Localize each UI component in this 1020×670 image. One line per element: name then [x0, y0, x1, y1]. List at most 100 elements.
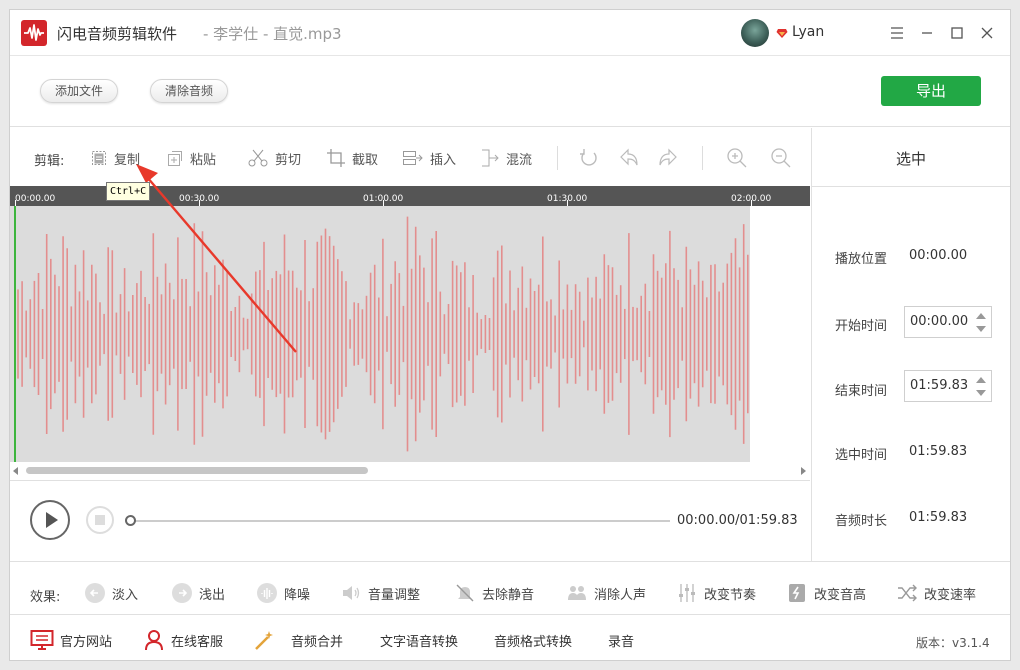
selected-time-value: 01:59.83 [909, 444, 968, 459]
user-name[interactable]: Lyan [792, 24, 824, 40]
add-file-button[interactable]: 添加文件 [40, 79, 119, 103]
close-icon[interactable] [976, 22, 998, 44]
fade-in-icon [85, 583, 105, 603]
cut-button[interactable]: 剪切 [247, 147, 301, 169]
end-time-label: 结束时间 [835, 384, 888, 399]
tempo-label: 改变节奏 [704, 587, 757, 603]
reset-icon[interactable] [578, 147, 600, 169]
tts-label: 文字语音转换 [380, 634, 459, 650]
fade-out-icon [172, 583, 192, 603]
stop-button[interactable] [86, 506, 114, 534]
footer-bar: 官方网站 在线客服 音频合并 文字语音转换 音频格式转换 录音 版本：v3.1.… [10, 614, 1010, 661]
horizontal-scrollbar[interactable] [10, 462, 810, 481]
app-window: 闪电音频剪辑软件 - 李学仕 - 直觉.mp3 Lyan 添加文件 清除音频 导… [9, 9, 1011, 661]
website-label: 官方网站 [60, 634, 113, 650]
duration-label: 音频时长 [835, 514, 888, 529]
progress-knob[interactable] [125, 515, 136, 526]
player-bar: 00:00.00/01:59.83 [10, 482, 810, 560]
remove-silence-button[interactable]: 去除静音 [454, 581, 534, 605]
support-link[interactable]: 在线客服 [143, 628, 223, 652]
scroll-left-icon[interactable] [13, 467, 19, 475]
cut-label: 剪切 [275, 152, 302, 168]
top-toolbar: 添加文件 清除音频 导出 [10, 57, 1010, 127]
copy-label: 复制 [114, 152, 141, 168]
record-link[interactable]: 录音 [608, 628, 634, 652]
scissors-icon [248, 149, 268, 167]
mix-button[interactable]: 混流 [480, 147, 532, 169]
decrement-icon[interactable] [976, 390, 986, 396]
tempo-button[interactable]: 改变节奏 [676, 581, 756, 605]
pitch-label: 改变音高 [814, 587, 867, 603]
selected-time-label: 选中时间 [835, 448, 888, 463]
undo-icon[interactable] [618, 147, 640, 169]
fade-in-button[interactable]: 淡入 [84, 581, 138, 605]
denoise-button[interactable]: 降噪 [256, 581, 310, 605]
paste-button[interactable]: 粘贴 [166, 147, 216, 169]
insert-icon [403, 151, 423, 165]
maximize-icon[interactable] [946, 22, 968, 44]
playhead[interactable] [14, 206, 16, 462]
panel-title: 选中 [812, 128, 1010, 187]
zoom-out-icon[interactable] [770, 147, 792, 169]
selection-panel: 选中 播放位置 00:00.00 开始时间 00:00.00 结束时间 01:5… [811, 128, 1010, 561]
time-readout: 00:00.00/01:59.83 [677, 513, 798, 528]
user-icon [145, 630, 163, 651]
shuffle-icon [898, 584, 917, 602]
end-time-stepper[interactable]: 01:59.83 [904, 370, 992, 402]
format-convert-label: 音频格式转换 [494, 634, 573, 650]
pitch-button[interactable]: 改变音高 [786, 581, 866, 605]
fade-out-label: 浅出 [199, 587, 226, 603]
redo-icon[interactable] [657, 147, 679, 169]
start-time-value: 00:00.00 [910, 314, 969, 329]
paste-icon [168, 151, 182, 166]
waveform-area[interactable] [10, 206, 810, 462]
volume-button[interactable]: 音量调整 [340, 581, 420, 605]
minimize-icon[interactable] [916, 22, 938, 44]
copy-icon [92, 151, 106, 165]
scrollbar-thumb[interactable] [26, 467, 368, 474]
increment-icon[interactable] [976, 313, 986, 319]
playback-progress[interactable] [130, 520, 670, 522]
insert-button[interactable]: 插入 [402, 147, 456, 169]
mix-icon [482, 149, 499, 167]
remove-vocal-label: 消除人声 [594, 587, 647, 603]
scroll-right-icon[interactable] [800, 467, 806, 475]
app-title: 闪电音频剪辑软件 [57, 25, 178, 43]
speed-button[interactable]: 改变速率 [896, 581, 976, 605]
speaker-icon [343, 586, 360, 600]
play-position-value: 00:00.00 [909, 248, 968, 263]
end-time-value: 01:59.83 [910, 378, 969, 393]
mute-icon [456, 584, 474, 602]
fade-in-label: 淡入 [112, 587, 139, 603]
effects-label: 效果: [30, 590, 61, 605]
toolbar-divider [557, 146, 558, 170]
menu-icon[interactable] [886, 22, 908, 44]
crop-icon [327, 149, 345, 167]
avatar[interactable] [741, 19, 769, 47]
fade-out-button[interactable]: 浅出 [171, 581, 225, 605]
format-convert-link[interactable]: 音频格式转换 [494, 628, 572, 652]
merge-link[interactable]: 音频合并 [253, 628, 343, 652]
remove-vocal-button[interactable]: 消除人声 [566, 581, 646, 605]
decrement-icon[interactable] [976, 326, 986, 332]
vocal-icon [568, 586, 586, 600]
clear-audio-button[interactable]: 清除音频 [150, 79, 229, 103]
pitch-icon [789, 584, 805, 602]
play-button[interactable] [30, 500, 70, 540]
crop-button[interactable]: 截取 [326, 147, 378, 169]
website-link[interactable]: 官方网站 [30, 628, 112, 652]
file-title: - 李学仕 - 直觉.mp3 [203, 25, 342, 43]
denoise-icon [257, 583, 277, 603]
tts-link[interactable]: 文字语音转换 [380, 628, 458, 652]
record-label: 录音 [608, 634, 635, 650]
crop-label: 截取 [352, 152, 379, 168]
export-button[interactable]: 导出 [881, 76, 981, 106]
start-time-stepper[interactable]: 00:00.00 [904, 306, 992, 338]
copy-button[interactable]: 复制 [90, 147, 140, 169]
increment-icon[interactable] [976, 377, 986, 383]
edit-toolbar: 剪辑: 复制 粘贴 剪切 截取 插入 混流 [10, 128, 810, 186]
zoom-in-icon[interactable] [726, 147, 748, 169]
effects-bar: 效果: 淡入 浅出 降噪 音量调整 去除静音 消除人声 改变节奏 改变音高 改变… [10, 561, 1010, 613]
duration-value: 01:59.83 [909, 510, 968, 525]
version-label: 版本：v3.1.4 [916, 636, 990, 650]
